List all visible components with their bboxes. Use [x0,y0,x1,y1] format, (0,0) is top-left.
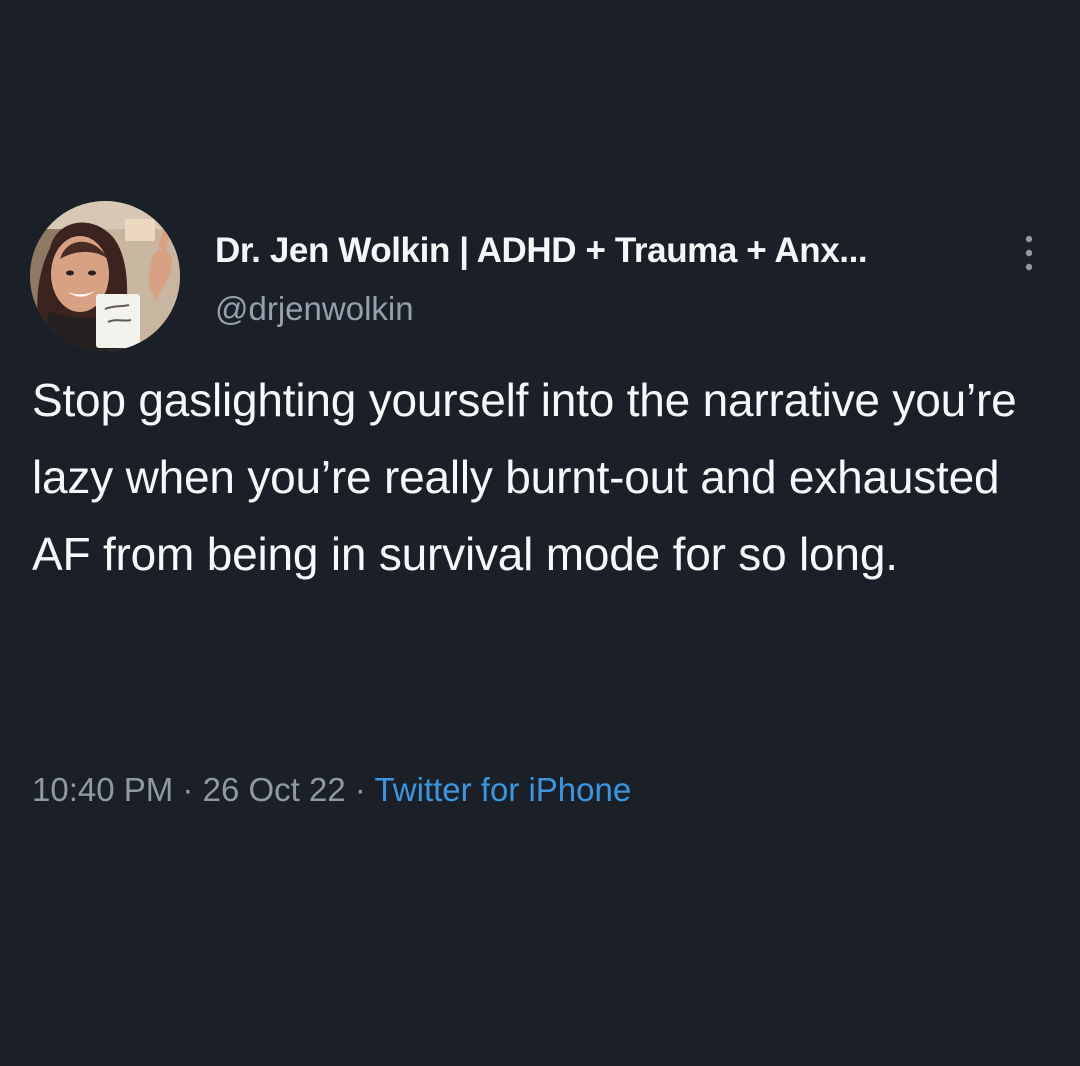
tweet-source-link[interactable]: Twitter for iPhone [374,771,631,808]
tweet-metadata: 10:40 PM · 26 Oct 22 · Twitter for iPhon… [32,766,631,814]
tweet-text: Stop gaslighting yourself into the narra… [32,374,1017,580]
tweet-card: Dr. Jen Wolkin | ADHD + Trauma + Anx... … [0,0,1080,1066]
metadata-separator: · [354,771,366,808]
profile-photo-image [30,201,180,351]
username-handle[interactable]: @drjenwolkin [215,286,414,332]
more-options-button[interactable] [1014,231,1044,275]
tweet-date: 26 Oct 22 [202,771,346,808]
metadata-separator: · [182,771,194,808]
display-name[interactable]: Dr. Jen Wolkin | ADHD + Trauma + Anx... [215,227,995,275]
vertical-ellipsis-icon [1025,235,1033,271]
tweet-time: 10:40 PM [32,771,174,808]
avatar[interactable] [30,201,180,351]
